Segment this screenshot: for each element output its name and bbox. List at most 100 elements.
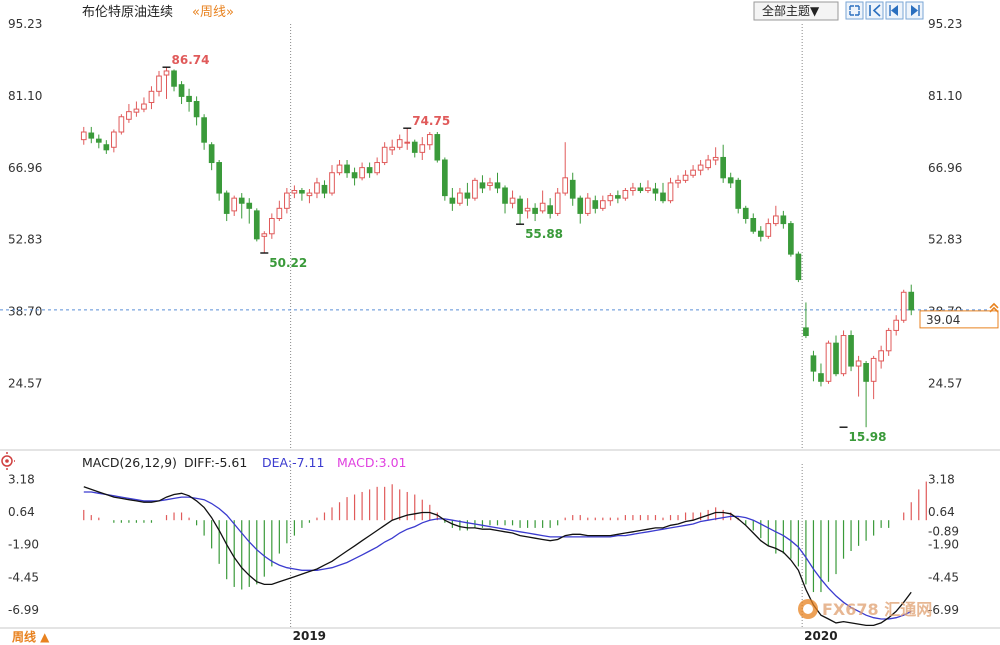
- candle-up: [893, 315, 900, 336]
- candle-up: [381, 142, 388, 166]
- theme-button[interactable]: 全部主题▼: [753, 1, 839, 21]
- period-link[interactable]: «周线»: [192, 5, 234, 20]
- candle-body: [773, 215, 779, 225]
- candle-up: [261, 231, 268, 254]
- candle-down: [908, 284, 915, 316]
- candle-body: [509, 197, 516, 204]
- candle-body: [885, 329, 892, 352]
- candle-up: [599, 195, 606, 211]
- candle-down: [442, 157, 448, 201]
- candle-body: [306, 192, 313, 197]
- candle-up: [524, 198, 531, 219]
- price-tick-label: 24.57: [8, 377, 42, 391]
- candle-up: [675, 175, 681, 188]
- candle-down: [201, 114, 207, 150]
- annotation-label: 50.22: [269, 256, 307, 270]
- candle-up: [885, 327, 892, 356]
- candle-down: [88, 126, 95, 144]
- candle-up: [682, 170, 689, 183]
- candle-body: [524, 207, 531, 212]
- price-tick-label: 52.83: [8, 233, 42, 247]
- candle-body: [690, 169, 696, 176]
- candle-down: [592, 195, 599, 214]
- price-tick-label-right: 66.96: [928, 161, 962, 175]
- candle-down: [351, 167, 358, 186]
- candle-down: [479, 175, 486, 194]
- candle-body: [163, 70, 170, 76]
- price-tick-label: 38.70: [8, 305, 42, 319]
- chart-title: 布伦特原油连续: [82, 4, 173, 20]
- candle-body: [539, 202, 546, 212]
- candle-body: [291, 190, 298, 194]
- candle-body: [472, 179, 478, 199]
- candle-body: [825, 342, 832, 382]
- candle-body: [532, 207, 538, 214]
- macd-settings-icon[interactable]: [0, 452, 15, 470]
- candle-up: [419, 137, 426, 160]
- candle-down: [171, 69, 177, 92]
- candle-up: [765, 218, 772, 239]
- macd-tick-label: 0.64: [8, 505, 35, 519]
- macd-current-label: -0.89: [928, 525, 959, 539]
- macd-tick-label-right: -6.99: [928, 603, 959, 617]
- candle-up: [118, 114, 125, 135]
- candle-up: [562, 142, 569, 196]
- candle-up: [840, 330, 847, 377]
- candle-body: [795, 253, 802, 281]
- candle-body: [186, 95, 192, 102]
- candle-body: [231, 197, 238, 212]
- candle-down: [216, 159, 222, 201]
- candle-down: [344, 159, 350, 178]
- macd-tick-label: -1.90: [8, 538, 39, 552]
- candle-body: [682, 174, 689, 181]
- candle-up: [622, 187, 629, 201]
- candle-body: [893, 319, 900, 331]
- candle-body: [803, 327, 809, 337]
- candle-up: [231, 195, 238, 216]
- candle-down: [253, 208, 260, 242]
- candle-body: [705, 159, 711, 169]
- candle-up: [156, 70, 162, 97]
- candle-up: [645, 180, 651, 194]
- candle-body: [457, 192, 463, 204]
- candle-down: [517, 195, 523, 225]
- candle-body: [276, 207, 283, 220]
- candle-body: [111, 131, 117, 148]
- candle-down: [720, 144, 727, 183]
- macd-diff-value: DIFF:-5.61: [184, 455, 247, 470]
- candle-down: [795, 251, 802, 283]
- candle-body: [502, 187, 508, 204]
- candle-body: [479, 182, 486, 189]
- candle-body: [216, 162, 222, 194]
- candle-up: [404, 128, 411, 150]
- candle-up: [825, 340, 832, 384]
- candle-body: [697, 164, 704, 171]
- period-toggle[interactable]: 周线 ▲: [12, 629, 50, 644]
- candle-down: [532, 203, 538, 222]
- next-icon[interactable]: [905, 1, 924, 20]
- candle-down: [208, 142, 215, 171]
- candle-up: [80, 126, 87, 145]
- first-icon[interactable]: [865, 1, 884, 20]
- candle-body: [652, 188, 659, 194]
- watermark: FX678 汇通网: [798, 599, 932, 619]
- macd-axis-right: 3.18 0.64 -1.90 -4.45 -6.99: [928, 472, 959, 617]
- candle-body: [201, 117, 207, 143]
- price-axis-right: 95.2381.1066.9652.8338.7024.57: [928, 17, 962, 391]
- candle-body: [765, 223, 772, 237]
- candle-down: [193, 96, 200, 126]
- fullscreen-icon[interactable]: [845, 1, 864, 20]
- candle-body: [630, 187, 636, 192]
- candle-body: [336, 164, 343, 174]
- macd-axis-left: 3.18 0.64 -1.90 -4.45 -6.99: [8, 472, 39, 617]
- diff-line: [83, 486, 912, 627]
- candle-body: [126, 111, 132, 120]
- candle-down: [833, 335, 839, 377]
- prev-icon[interactable]: [885, 1, 904, 20]
- price-annotations: 86.74 50.22 74.75 55.88 15.98: [162, 53, 887, 444]
- candle-up: [306, 188, 313, 204]
- candle-body: [562, 177, 569, 194]
- candle-down: [238, 193, 245, 219]
- candle-down: [299, 187, 305, 201]
- candle-body: [464, 192, 471, 199]
